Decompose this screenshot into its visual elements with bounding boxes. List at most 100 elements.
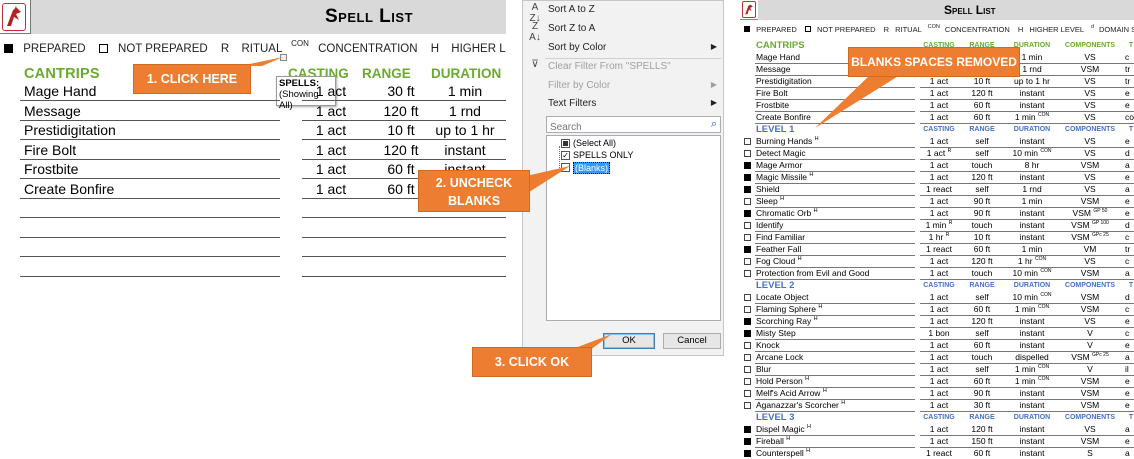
blanks-checkbox[interactable] <box>561 163 570 172</box>
not-prepared-checkbox[interactable] <box>744 366 751 373</box>
right-spell-row[interactable]: Hold Person H 1 act 60 ft 1 min CON VSM e <box>740 376 1134 388</box>
prepared-square-icon[interactable] <box>744 330 751 337</box>
right-spell-row[interactable]: Identify 1 min Rtouch instant VSM GP 100 d <box>740 220 1134 232</box>
not-prepared-checkbox[interactable] <box>744 378 751 385</box>
right-spell-row[interactable]: Detect Magic 1 act Rself 10 min CON VS d <box>740 148 1134 160</box>
right-spell-row[interactable]: Find Familiar 1 hr R 10 ft instant VSM GPc 2… <box>740 232 1134 244</box>
select-all-checkbox[interactable] <box>561 139 570 148</box>
left-spell-row[interactable]: Message 1 act 120 ft 1 rnd <box>20 102 506 121</box>
spell-extra: c <box>1125 256 1130 266</box>
spell-name: Misty Step <box>756 328 796 338</box>
right-spell-row[interactable]: Aganazzar's Scorcher H 1 act 30 ft instant V… <box>740 400 1134 412</box>
spell-extra: e <box>1125 88 1130 98</box>
right-spell-row[interactable]: Misty Step 1 bon self instant Vc <box>740 328 1134 340</box>
left-spell-row[interactable]: Mage Hand 1 act 30 ft 1 min <box>20 82 506 101</box>
prepared-square-icon[interactable] <box>744 174 751 181</box>
spell-name-text: Identify <box>756 220 784 230</box>
cancel-button[interactable]: Cancel <box>663 333 721 349</box>
right-spell-row[interactable]: Create Bonfire 1 act 60 ft 1 min CON VS co <box>740 112 1134 124</box>
menu-text-filters[interactable]: Text Filters ▶ <box>523 98 723 116</box>
right-spell-row[interactable]: Flaming Sphere H 1 act 60 ft 1 min CON VSM c <box>740 304 1134 316</box>
right-spell-row[interactable]: Arcane Lock 1 act touch dispelled VSM GPc 25… <box>740 352 1134 364</box>
not-prepared-checkbox[interactable] <box>744 402 751 409</box>
right-spell-row[interactable]: Knock 1 act 60 ft instant Ve <box>740 340 1134 352</box>
column-header-extra: T <box>1128 414 1134 421</box>
menu-clear-filter[interactable]: ⊽ Clear Filter From "SPELLS" <box>523 59 723 79</box>
prepared-square-icon[interactable] <box>744 438 751 445</box>
not-prepared-checkbox[interactable] <box>744 390 751 397</box>
right-spell-row[interactable]: Sleep H 1 act 90 ft 1 min VSM e <box>740 196 1134 208</box>
right-spell-row[interactable]: Magic Missile H 1 act 120 ft instant VS e <box>740 172 1134 184</box>
casting-text: 1 act <box>929 208 949 218</box>
right-spell-row[interactable]: Fire Bolt 1 act 120 ft instant VS e <box>740 88 1134 100</box>
spell-range: 90 ft <box>973 388 991 398</box>
not-prepared-checkbox[interactable] <box>744 270 751 277</box>
spells-only-checkbox[interactable]: ✓ <box>561 151 570 160</box>
ok-button[interactable]: OK <box>603 333 655 349</box>
not-prepared-checkbox[interactable] <box>744 294 751 301</box>
right-spell-row[interactable]: Blur 1 act self 1 min CON Vil <box>740 364 1134 376</box>
spell-duration: instant <box>444 141 486 158</box>
components-text: S <box>1087 448 1093 458</box>
not-prepared-checkbox[interactable] <box>744 222 751 229</box>
prepared-square-icon[interactable] <box>744 210 751 217</box>
spell-duration: instant <box>1004 172 1060 182</box>
prepared-square-icon[interactable] <box>744 186 751 193</box>
spell-extra: e <box>1125 436 1130 446</box>
prepared-square-icon[interactable] <box>744 426 751 433</box>
not-prepared-checkbox[interactable] <box>744 150 751 157</box>
casting-time: 1 react <box>921 448 957 458</box>
right-spell-row[interactable]: Dispel Magic H 1 act 120 ft instant VS a <box>740 424 1134 436</box>
not-prepared-checkbox[interactable] <box>744 306 751 313</box>
concentration-mark: CON <box>1040 292 1052 299</box>
legend-higher-mark: H <box>430 43 440 55</box>
not-prepared-checkbox[interactable] <box>744 354 751 361</box>
right-spell-row[interactable]: Shield 1 react self 1 rnd VS a <box>740 184 1134 196</box>
prepared-square-icon[interactable] <box>744 162 751 169</box>
spell-extra: tr <box>1125 76 1131 86</box>
left-spell-row[interactable] <box>20 219 506 238</box>
not-prepared-checkbox[interactable] <box>744 258 751 265</box>
components-text: VS <box>1084 100 1096 110</box>
right-spell-row[interactable]: Melf's Acid Arrow H 1 act 90 ft instant VSM e <box>740 388 1134 400</box>
right-legend-bar: PREPARED NOT PREPARED R RITUAL CON CONCE… <box>744 24 1134 34</box>
left-spell-row[interactable]: Fire Bolt 1 act 120 ft instant <box>20 141 506 160</box>
left-spell-row[interactable] <box>20 258 506 277</box>
right-spell-row[interactable]: Scorching Ray H 1 act 120 ft instant VS e <box>740 316 1134 328</box>
menu-filter-by-color[interactable]: Filter by Color ▶ <box>523 80 723 98</box>
spell-duration: 1 min <box>447 83 483 99</box>
prepared-square-icon[interactable] <box>744 450 751 457</box>
casting-text: 1 act <box>929 100 949 110</box>
autofilter-menu: A Z↓ Sort A to Z Z A↓ Sort Z to A Sort by … <box>522 0 724 356</box>
right-spell-row[interactable]: Mage Armor 1 act touch 8 hr VSM a <box>740 160 1134 172</box>
right-spell-row[interactable]: Frostbite 1 act 60 ft instant VS e <box>740 100 1134 112</box>
column-header-range: RANGE <box>969 414 995 421</box>
not-prepared-checkbox[interactable] <box>744 138 751 145</box>
spell-range: self <box>975 148 989 158</box>
spell-components: VS <box>1060 172 1120 182</box>
prepared-square-icon[interactable] <box>744 246 751 253</box>
right-spell-row[interactable]: Fog Cloud H 1 act 120 ft 1 hr CON VS c <box>740 256 1134 268</box>
prepared-square-icon[interactable] <box>744 318 751 325</box>
spell-extra: tr <box>1125 64 1131 74</box>
right-spell-row[interactable]: Chromatic Orb H 1 act 90 ft instant VSM GP 5… <box>740 208 1134 220</box>
right-spell-row[interactable]: Counterspell H 1 react 60 ft instant Sa <box>740 448 1134 459</box>
right-spell-row[interactable]: Feather Fall 1 react 60 ft 1 min VM tr <box>740 244 1134 256</box>
filter-search-input[interactable] <box>547 120 697 135</box>
menu-sort-a-z[interactable]: A Z↓ Sort A to Z <box>523 2 723 24</box>
not-prepared-checkbox[interactable] <box>744 234 751 241</box>
right-spell-row[interactable]: Fireball H 1 act 150 ft instant VSM e <box>740 436 1134 448</box>
menu-sort-z-a[interactable]: Z A↓ Sort Z to A <box>523 21 723 43</box>
right-spell-row[interactable]: Prestidigitation 1 act 10 ft up to 1 hr VS tr <box>740 76 1134 88</box>
left-spell-row[interactable]: Prestidigitation 1 act 10 ft up to 1 hr <box>20 121 506 140</box>
right-spell-row[interactable]: Locate Object 1 act self 10 min CON VSM d <box>740 292 1134 304</box>
spells-filter-dropdown-button[interactable] <box>280 54 287 61</box>
filter-search-box[interactable]: ⌕ <box>546 116 721 135</box>
higher-level-mark: H <box>805 376 810 383</box>
right-spell-row[interactable]: Burning Hands H 1 act self instant VS e <box>740 136 1134 148</box>
not-prepared-checkbox[interactable] <box>744 198 751 205</box>
column-header-duration: DURATION <box>1013 414 1051 421</box>
right-spell-row[interactable]: Protection from Evil and Good 1 act touch 1… <box>740 268 1134 280</box>
not-prepared-checkbox[interactable] <box>744 342 751 349</box>
left-spell-row[interactable] <box>20 238 506 257</box>
